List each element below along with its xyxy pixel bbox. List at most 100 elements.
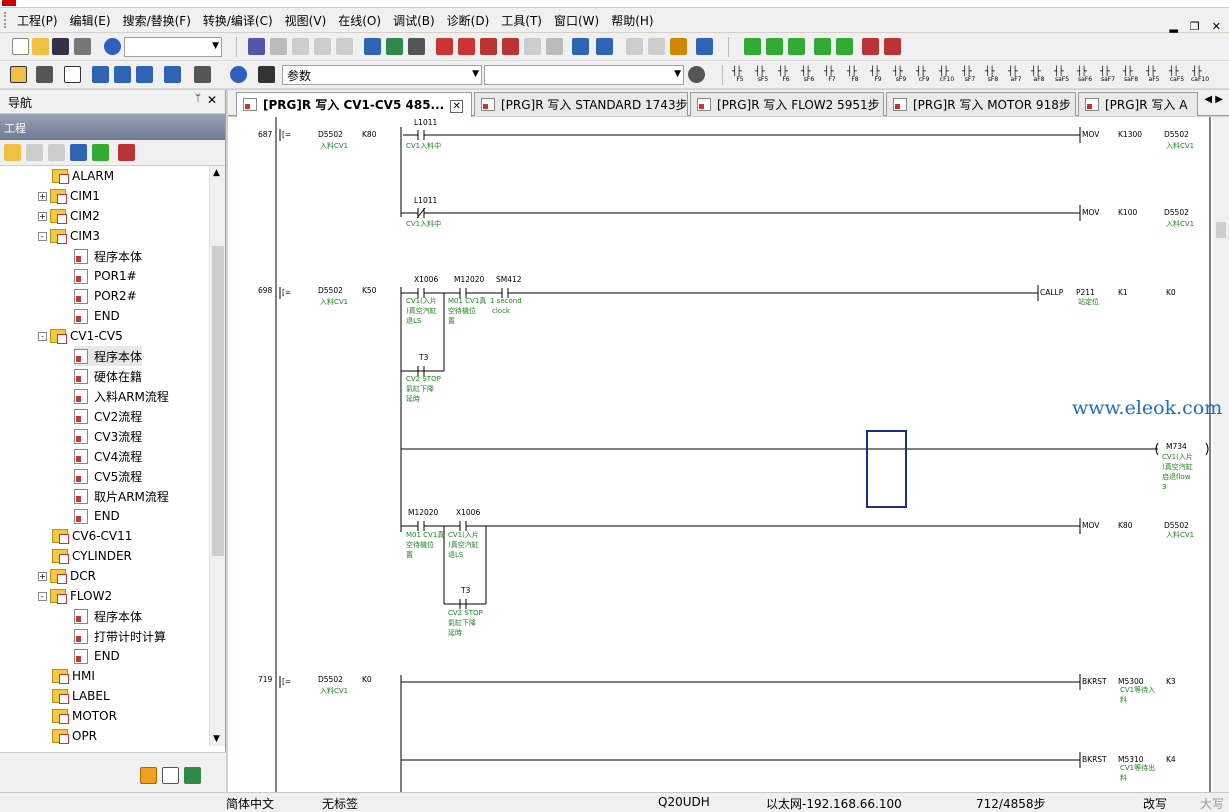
scroll-up-icon[interactable]: ▲ xyxy=(213,168,220,178)
tree-item[interactable]: ALARM xyxy=(52,166,114,186)
menu-debug[interactable]: 调试(B) xyxy=(387,12,441,29)
menu-tools[interactable]: 工具(T) xyxy=(495,12,548,29)
cut-icon[interactable] xyxy=(248,38,265,55)
tree-item[interactable]: OPR xyxy=(52,726,97,746)
dev2-icon[interactable] xyxy=(596,38,613,55)
display-icon[interactable] xyxy=(696,38,713,55)
ladder5-icon[interactable] xyxy=(836,38,853,55)
nav-scrollbar[interactable]: ▲ ▼ xyxy=(209,166,225,746)
ladder-key-f8[interactable]: F8 xyxy=(845,57,865,87)
menu-edit[interactable]: 编辑(E) xyxy=(64,12,117,29)
menu-search-replace[interactable]: 搜索/替换(F) xyxy=(117,12,197,29)
user-library-icon[interactable] xyxy=(162,767,179,784)
ladder-key-af7[interactable]: aF7 xyxy=(1006,57,1026,87)
ladder-editor[interactable]: 687 698 719 [= [= [= D5502 K80 D5502 K50… xyxy=(228,117,1213,792)
monitor-stop-icon[interactable] xyxy=(524,38,541,55)
ladder3-icon[interactable] xyxy=(788,38,805,55)
search-combo-2[interactable]: ▼ xyxy=(484,65,684,85)
ladder-key-caf5[interactable]: caF5 xyxy=(1167,57,1187,87)
ladder-key-sf5[interactable]: sF5 xyxy=(753,57,773,87)
new-data-icon[interactable] xyxy=(4,144,21,161)
print-icon[interactable] xyxy=(74,38,91,55)
ladder-key-af5[interactable]: aF5 xyxy=(1144,57,1164,87)
tree-item[interactable]: 硬体在籍 xyxy=(74,366,142,386)
tree-item[interactable]: LABEL xyxy=(52,686,110,706)
menu-online[interactable]: 在线(O) xyxy=(332,12,387,29)
tree-item[interactable]: 程序本体 xyxy=(74,246,142,266)
tab-cv1-cv5[interactable]: [PRG]R 写入 CV1-CV5 485... ✕ xyxy=(236,92,472,117)
expand-icon[interactable]: + xyxy=(38,211,47,221)
menu-convert[interactable]: 转换/编译(C) xyxy=(197,12,279,29)
tab-left-icon[interactable]: ◀ xyxy=(1204,94,1212,105)
nav-close-icon[interactable]: ✕ xyxy=(207,93,217,107)
collapse-icon[interactable]: - xyxy=(38,331,47,341)
menu-help[interactable]: 帮助(H) xyxy=(605,12,659,29)
write-plc-icon[interactable] xyxy=(436,38,453,55)
ladder-key-sf9[interactable]: sF9 xyxy=(891,57,911,87)
tab-motor[interactable]: [PRG]R 写入 MOTOR 918步 xyxy=(886,92,1076,116)
tree-item[interactable]: HMI xyxy=(52,666,95,686)
tab-close-icon[interactable]: ✕ xyxy=(450,100,464,113)
tree-item[interactable]: END xyxy=(74,646,120,666)
ladder-key-saf7[interactable]: saF7 xyxy=(1098,57,1118,87)
undo-icon[interactable] xyxy=(314,38,331,55)
verify-icon[interactable] xyxy=(480,38,497,55)
tree-item[interactable]: CV5流程 xyxy=(74,466,142,486)
tree-item[interactable]: POR2# xyxy=(74,286,137,306)
ladder4-icon[interactable] xyxy=(814,38,831,55)
tree-item[interactable]: POR1# xyxy=(74,266,137,286)
ladder-key-sf8[interactable]: sF8 xyxy=(983,57,1003,87)
tree-item[interactable]: - FLOW2 xyxy=(38,586,112,606)
ladder-key-saf8[interactable]: saF8 xyxy=(1121,57,1141,87)
menu-project[interactable]: 工程(P) xyxy=(11,12,64,29)
search-go-icon[interactable] xyxy=(688,66,705,83)
doc2-icon[interactable] xyxy=(648,38,665,55)
menu-diagnostics[interactable]: 诊断(D) xyxy=(441,12,496,29)
tree-item[interactable]: CYLINDER xyxy=(52,546,132,566)
tab-right-icon[interactable]: ▶ xyxy=(1215,94,1223,105)
new-file-icon[interactable] xyxy=(12,38,29,55)
tree-item[interactable]: CV6-CV11 xyxy=(52,526,132,546)
save-icon[interactable] xyxy=(52,38,69,55)
project-combo[interactable]: ▼ xyxy=(124,37,222,57)
editor-scroll-thumb[interactable] xyxy=(1216,222,1226,238)
tab-standard[interactable]: [PRG]R 写入 STANDARD 1743步 xyxy=(474,92,688,116)
tree-item[interactable]: + CIM1 xyxy=(38,186,100,206)
tree-item[interactable]: CV4流程 xyxy=(74,446,142,466)
search-device-icon[interactable] xyxy=(194,66,211,83)
list-icon[interactable] xyxy=(64,66,81,83)
menu-window[interactable]: 窗口(W) xyxy=(548,12,605,29)
tree-item[interactable]: - CV1-CV5 xyxy=(38,326,123,346)
ladder-key-f6[interactable]: F6 xyxy=(776,57,796,87)
device-write-icon[interactable] xyxy=(408,38,425,55)
ladder-key-f9[interactable]: F9 xyxy=(868,57,888,87)
help-icon[interactable] xyxy=(104,38,121,55)
edit-icon[interactable] xyxy=(670,38,687,55)
tab-a[interactable]: [PRG]R 写入 A xyxy=(1078,92,1198,116)
tree-item[interactable]: 程序本体 xyxy=(74,606,142,626)
tree-item[interactable]: 取片ARM流程 xyxy=(74,486,169,506)
tree-item[interactable]: CV3流程 xyxy=(74,426,142,446)
dev-list3-icon[interactable] xyxy=(136,66,153,83)
ladder-key-caf10[interactable]: caF10 xyxy=(1190,57,1210,87)
tree-item[interactable]: + CIM2 xyxy=(38,206,100,226)
ladder1-icon[interactable] xyxy=(744,38,761,55)
close-icon[interactable]: ✕ xyxy=(1212,20,1221,33)
tree-item[interactable]: END xyxy=(74,506,120,526)
collapse-icon[interactable]: - xyxy=(38,231,47,241)
sort-icon[interactable] xyxy=(118,144,135,161)
connection-icon[interactable] xyxy=(184,767,201,784)
refresh-icon[interactable] xyxy=(92,144,109,161)
ladder-key-sf7[interactable]: sF7 xyxy=(960,57,980,87)
dev-view-icon[interactable] xyxy=(164,66,181,83)
project-view-icon[interactable] xyxy=(10,66,27,83)
tree-item[interactable]: CV2流程 xyxy=(74,406,142,426)
ladder-key-f7[interactable]: F7 xyxy=(822,57,842,87)
monitor-icon[interactable] xyxy=(502,38,519,55)
tab-scroll-arrows[interactable]: ◀ ▶ xyxy=(1204,94,1223,105)
dev-icon[interactable] xyxy=(572,38,589,55)
tree-item[interactable]: + DCR xyxy=(38,566,96,586)
dev-list-icon[interactable] xyxy=(92,66,109,83)
paste-data-icon[interactable] xyxy=(48,144,65,161)
module-icon[interactable] xyxy=(36,66,53,83)
